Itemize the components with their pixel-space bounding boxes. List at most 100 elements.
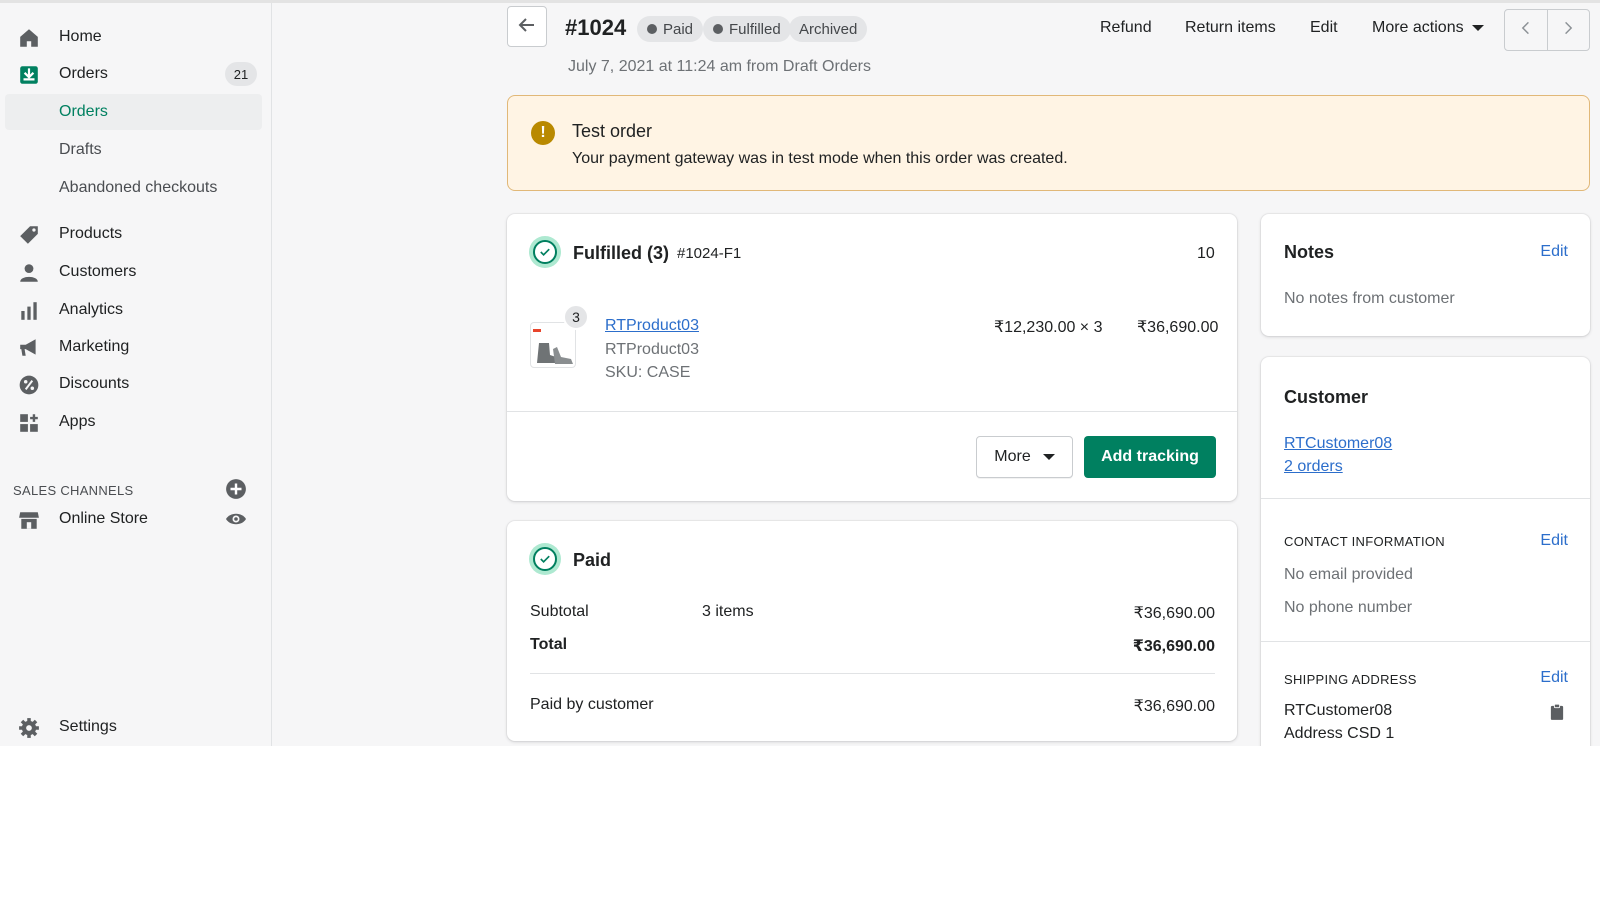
add-sales-channel-icon[interactable] [225,478,247,500]
paid-by-value: ₹36,690.00 [1133,698,1215,715]
product-link[interactable]: RTProduct03 [605,317,699,335]
customer-name-link[interactable]: RTCustomer08 [1284,435,1392,453]
back-button[interactable] [507,6,547,47]
sidebar-item-label: Orders [59,103,108,120]
sidebar-subitem-drafts[interactable]: Drafts [0,132,272,168]
apps-icon [17,411,41,435]
clipboard-icon[interactable] [1550,703,1564,725]
discount-icon [17,373,41,397]
sidebar: Home Orders 21 Orders Drafts Abandoned c… [0,3,272,746]
sidebar-item-orders[interactable]: Orders 21 [0,56,272,92]
notes-card: Notes Edit No notes from customer [1261,214,1590,336]
megaphone-icon [17,336,41,360]
person-icon [17,261,41,285]
banner-text: Your payment gateway was in test mode wh… [572,150,1068,167]
product-thumbnail [530,322,576,368]
edit-order-button[interactable]: Edit [1310,19,1338,37]
paid-check-icon [529,543,561,575]
sidebar-subitem-orders[interactable]: Orders [5,94,262,130]
status-dot-icon [713,24,723,34]
more-actions-label: More actions [1372,19,1464,36]
sidebar-item-analytics[interactable]: Analytics [0,292,272,328]
chevron-left-icon [1518,20,1534,40]
chevron-right-icon [1560,20,1576,40]
sidebar-item-products[interactable]: Products [0,216,272,252]
return-items-button[interactable]: Return items [1185,19,1276,37]
store-icon [17,508,41,532]
warning-icon: ! [531,121,555,145]
arrow-left-icon [517,15,537,39]
quantity-badge: 3 [563,304,589,330]
tag-icon [17,223,41,247]
card-divider [1261,641,1590,642]
sidebar-item-marketing[interactable]: Marketing [0,329,272,365]
more-button[interactable]: More [976,436,1073,478]
shipping-address-heading: SHIPPING ADDRESS [1284,672,1417,687]
orders-icon [17,63,41,87]
add-tracking-button[interactable]: Add tracking [1084,436,1216,478]
order-pagination [1504,9,1590,51]
fulfillment-count: 10 [1197,245,1215,262]
customer-orders-link[interactable]: 2 orders [1284,458,1343,476]
contact-information-heading: CONTACT INFORMATION [1284,534,1445,549]
subtotal-items: 3 items [702,603,754,620]
subtotal-label: Subtotal [530,603,589,620]
next-order-button[interactable] [1546,10,1589,50]
contact-phone: No phone number [1284,599,1413,616]
more-actions-button[interactable]: More actions [1372,19,1484,37]
home-icon [17,26,41,50]
customer-card: Customer RTCustomer08 2 orders CONTACT I… [1261,357,1590,746]
unit-price-quantity: ₹12,230.00 × 3 [994,319,1103,336]
refund-button[interactable]: Refund [1100,19,1152,37]
contact-email: No email provided [1284,566,1413,583]
sidebar-item-apps[interactable]: Apps [0,404,272,440]
more-button-label: More [994,448,1031,465]
total-label: Total [530,636,568,653]
shipping-address-line: Address CSD 1 [1284,725,1395,742]
sidebar-item-label: Customers [59,263,137,280]
sidebar-subitem-abandoned-checkouts[interactable]: Abandoned checkouts [0,170,272,206]
contact-edit-link[interactable]: Edit [1540,532,1568,550]
app-window: Home Orders 21 Orders Drafts Abandoned c… [0,0,1600,746]
sidebar-item-online-store[interactable]: Online Store [0,501,272,537]
paid-by-label: Paid by customer [530,696,654,713]
sidebar-item-label: Apps [59,413,96,430]
caret-down-icon [1471,24,1484,31]
page-title: #1024 [565,15,627,40]
previous-order-button[interactable] [1505,10,1547,50]
card-divider [530,673,1215,674]
status-dot-icon [647,24,657,34]
notes-heading: Notes [1284,242,1335,262]
sidebar-item-label: Orders [59,65,108,82]
gear-icon [17,716,41,740]
sidebar-item-home[interactable]: Home [0,19,272,55]
sidebar-item-label: Settings [59,718,117,735]
paid-heading: Paid [573,550,612,570]
product-variant: RTProduct03 [605,341,699,358]
banner-title: Test order [572,121,653,141]
badge-label: Fulfilled [729,20,781,38]
payment-card: Paid Subtotal 3 items ₹36,690.00 Total ₹… [507,521,1237,741]
fulfillment-id: #1024-F1 [677,245,742,262]
product-sku: SKU: CASE [605,364,691,381]
order-date-source: July 7, 2021 at 11:24 am from Draft Orde… [568,58,871,75]
total-value: ₹36,690.00 [1132,638,1215,655]
badge-label: Paid [663,20,694,38]
test-order-banner: ! Test order Your payment gateway was in… [507,95,1590,191]
subtotal-value: ₹36,690.00 [1133,605,1215,622]
sidebar-item-label: Products [59,225,123,242]
eye-icon[interactable] [225,510,247,528]
sidebar-item-customers[interactable]: Customers [0,254,272,290]
fulfilled-check-icon [529,236,561,268]
badge-label: Archived [799,20,858,38]
shipping-edit-link[interactable]: Edit [1540,669,1568,687]
sidebar-item-label: Online Store [59,510,148,527]
sidebar-item-discounts[interactable]: Discounts [0,366,272,402]
sidebar-item-label: Home [59,28,102,45]
notes-edit-link[interactable]: Edit [1540,243,1568,261]
status-badge-paid: Paid [637,16,704,42]
fulfilled-heading: Fulfilled (3) [573,243,669,263]
sidebar-item-settings[interactable]: Settings [0,709,272,745]
sales-channels-heading: SALES CHANNELS [13,483,134,498]
sidebar-item-label: Marketing [59,338,130,355]
